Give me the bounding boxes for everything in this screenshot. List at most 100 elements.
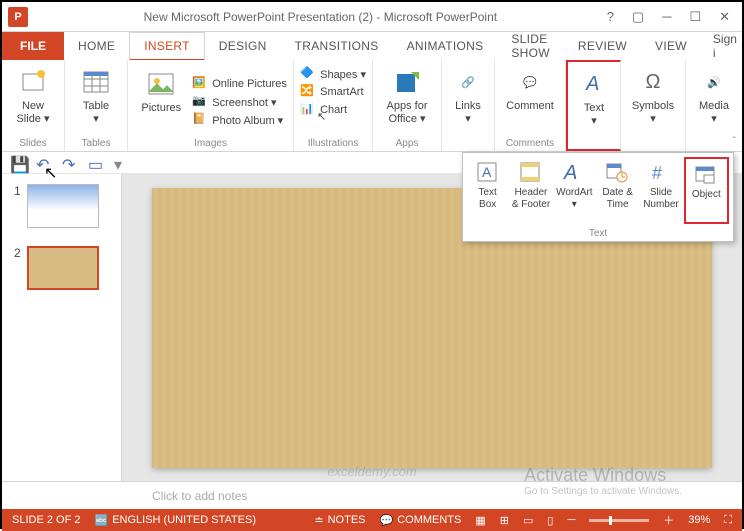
tab-view[interactable]: VIEW bbox=[641, 32, 701, 60]
online-pictures-button[interactable]: 🖼️Online Pictures bbox=[192, 76, 287, 92]
title-bar: P New Microsoft PowerPoint Presentation … bbox=[2, 2, 742, 32]
slide-sorter-icon[interactable]: ⊞ bbox=[500, 514, 509, 527]
screenshot-button[interactable]: 📷Screenshot ▾ bbox=[192, 94, 287, 110]
smartart-button[interactable]: 🔀SmartArt bbox=[300, 84, 366, 100]
tab-insert[interactable]: INSERT bbox=[129, 32, 205, 61]
zoom-level[interactable]: 39% bbox=[688, 514, 710, 526]
text-icon: A bbox=[578, 68, 610, 100]
header-footer-button[interactable]: Header & Footer bbox=[510, 157, 551, 224]
photo-album-icon: 📔 bbox=[192, 112, 208, 128]
comment-icon: 💬 bbox=[514, 66, 546, 98]
photo-album-button[interactable]: 📔Photo Album ▾ bbox=[192, 112, 287, 128]
site-watermark: exceldemy.com bbox=[327, 464, 416, 479]
zoom-out-icon[interactable]: ─ bbox=[567, 514, 575, 526]
date-time-icon bbox=[606, 161, 630, 185]
group-label-illustrations: Illustrations bbox=[308, 138, 359, 149]
apps-button[interactable]: Apps for Office ▾ bbox=[379, 62, 435, 134]
notes-toggle[interactable]: ≐NOTES bbox=[314, 514, 365, 527]
chart-icon: 📊 bbox=[300, 102, 316, 118]
redo-icon[interactable]: ↷ bbox=[62, 155, 78, 171]
zoom-slider[interactable] bbox=[589, 519, 649, 522]
thumbnail-2[interactable]: 2 bbox=[14, 246, 109, 290]
svg-text:A: A bbox=[585, 73, 599, 95]
tab-review[interactable]: REVIEW bbox=[564, 32, 641, 60]
table-button[interactable]: Table ▾ bbox=[71, 62, 121, 134]
media-button[interactable]: 🔊 Media ▾ bbox=[692, 62, 736, 134]
group-slides: New Slide ▾ Slides bbox=[2, 60, 65, 151]
links-icon: 🔗 bbox=[452, 66, 484, 98]
object-icon bbox=[694, 163, 718, 187]
group-illustrations: 🔷Shapes ▾ 🔀SmartArt 📊Chart↖ Illustration… bbox=[294, 60, 373, 151]
slide-indicator[interactable]: SLIDE 2 OF 2 bbox=[12, 514, 80, 526]
header-footer-icon bbox=[519, 161, 543, 185]
tab-design[interactable]: DESIGN bbox=[205, 32, 281, 60]
wordart-button[interactable]: AWordArt ▾ bbox=[554, 157, 595, 224]
tab-animations[interactable]: ANIMATIONS bbox=[393, 32, 498, 60]
ribbon-display-icon[interactable]: ▢ bbox=[632, 9, 644, 25]
svg-text:A: A bbox=[482, 164, 492, 180]
spellcheck-icon: 🔤 bbox=[94, 514, 108, 527]
text-dropdown-button[interactable]: A Text ▾ bbox=[574, 64, 614, 136]
reading-view-icon[interactable]: ▭ bbox=[523, 514, 533, 527]
zoom-in-icon[interactable]: ＋ bbox=[663, 512, 674, 528]
normal-view-icon[interactable]: ▦ bbox=[475, 514, 485, 527]
text-box-button[interactable]: AText Box bbox=[467, 157, 508, 224]
object-button[interactable]: Object bbox=[684, 157, 729, 224]
sign-in-link[interactable]: Sign i bbox=[701, 32, 744, 60]
chart-button[interactable]: 📊Chart↖ bbox=[300, 102, 366, 118]
tab-slideshow[interactable]: SLIDE SHOW bbox=[497, 32, 564, 60]
comments-toggle[interactable]: 💬COMMENTS bbox=[380, 514, 462, 527]
group-label-comments: Comments bbox=[506, 138, 554, 149]
pictures-icon bbox=[145, 68, 177, 100]
notes-icon: ≐ bbox=[314, 514, 323, 527]
symbols-button[interactable]: Ω Symbols ▾ bbox=[627, 62, 679, 134]
group-comments: 💬 Comment Comments bbox=[495, 60, 566, 151]
new-slide-icon bbox=[17, 66, 49, 98]
media-icon: 🔊 bbox=[698, 66, 730, 98]
start-from-beginning-icon[interactable]: ▭ bbox=[88, 155, 104, 171]
apps-icon bbox=[391, 66, 423, 98]
fit-to-window-icon[interactable]: ⛶ bbox=[724, 514, 732, 527]
thumbnail-1-preview bbox=[27, 184, 99, 228]
dropdown-label: Text bbox=[463, 228, 733, 241]
svg-text:#: # bbox=[652, 163, 662, 183]
ribbon: New Slide ▾ Slides Table ▾ Tables Pictur… bbox=[2, 60, 742, 152]
qat-customize-icon[interactable]: ▾ bbox=[114, 155, 130, 171]
comment-button[interactable]: 💬 Comment bbox=[501, 62, 559, 134]
slide-thumbnails: 1 2 bbox=[2, 174, 122, 481]
save-icon[interactable]: 💾 bbox=[10, 155, 26, 171]
date-time-button[interactable]: Date & Time bbox=[597, 157, 638, 224]
svg-text:A: A bbox=[563, 162, 577, 183]
tab-transitions[interactable]: TRANSITIONS bbox=[281, 32, 393, 60]
minimize-icon[interactable]: ─ bbox=[662, 9, 671, 25]
cursor-icon: ↖ bbox=[317, 110, 326, 123]
pictures-button[interactable]: Pictures bbox=[134, 64, 188, 136]
restore-icon[interactable]: ☐ bbox=[689, 9, 701, 25]
links-button[interactable]: 🔗 Links ▾ bbox=[448, 62, 488, 134]
new-slide-button[interactable]: New Slide ▾ bbox=[8, 62, 58, 134]
help-icon[interactable]: ? bbox=[607, 9, 614, 25]
notes-placeholder: Click to add notes bbox=[152, 489, 247, 503]
collapse-ribbon-icon[interactable]: ˆ bbox=[733, 136, 736, 147]
shapes-button[interactable]: 🔷Shapes ▾ bbox=[300, 66, 366, 82]
group-links: 🔗 Links ▾ bbox=[442, 60, 495, 151]
language-indicator[interactable]: 🔤ENGLISH (UNITED STATES) bbox=[94, 514, 256, 527]
group-images: Pictures 🖼️Online Pictures 📷Screenshot ▾… bbox=[128, 60, 294, 151]
close-icon[interactable]: ✕ bbox=[719, 9, 730, 25]
thumbnail-1[interactable]: 1 bbox=[14, 184, 109, 228]
group-label-tables: Tables bbox=[82, 138, 111, 149]
text-dropdown-panel: AText Box Header & Footer AWordArt ▾ Dat… bbox=[462, 152, 734, 242]
table-icon bbox=[80, 66, 112, 98]
group-tables: Table ▾ Tables bbox=[65, 60, 128, 151]
window-title: New Microsoft PowerPoint Presentation (2… bbox=[144, 10, 497, 24]
slide-number-button[interactable]: #Slide Number bbox=[640, 157, 681, 224]
app-icon: P bbox=[8, 7, 28, 27]
tab-home[interactable]: HOME bbox=[64, 32, 129, 60]
text-box-icon: A bbox=[476, 161, 500, 185]
symbols-icon: Ω bbox=[637, 66, 669, 98]
ribbon-tabs: FILE HOME INSERT DESIGN TRANSITIONS ANIM… bbox=[2, 32, 742, 60]
slideshow-view-icon[interactable]: ▯ bbox=[547, 514, 553, 527]
cursor-icon: ↖ bbox=[44, 163, 57, 183]
tab-file[interactable]: FILE bbox=[2, 32, 64, 60]
slide-number-icon: # bbox=[649, 161, 673, 185]
